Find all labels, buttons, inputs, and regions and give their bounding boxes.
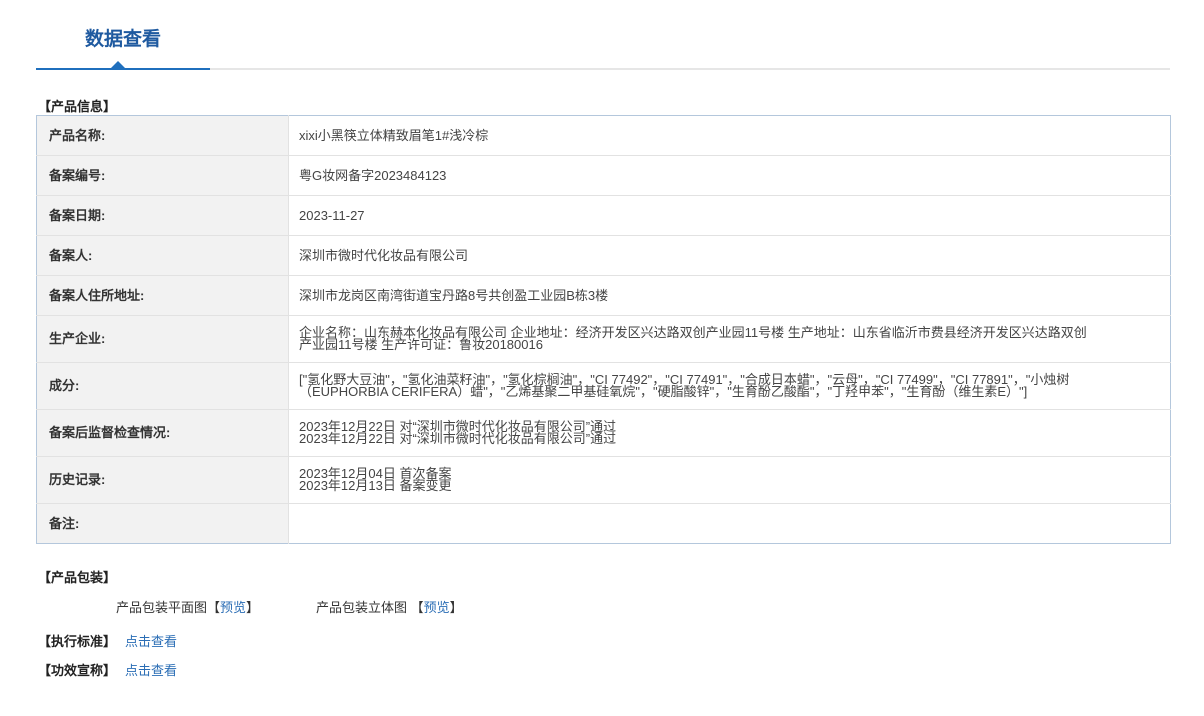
preview-flat-link[interactable]: 预览 bbox=[220, 600, 246, 615]
row-value: 深圳市微时代化妆品有限公司 bbox=[288, 235, 1171, 276]
packaging-title: 【产品包装】 bbox=[38, 570, 117, 585]
row-value: 深圳市龙岗区南湾街道宝丹路8号共创盈工业园B栋3楼 bbox=[288, 275, 1171, 316]
row-value-line: 深圳市微时代化妆品有限公司 bbox=[299, 247, 469, 263]
tab-label: 数据查看 bbox=[84, 29, 161, 50]
packaging-flat: 产品包装平面图【预览】 bbox=[116, 597, 259, 616]
bracket-close: 】 bbox=[449, 600, 463, 615]
table-row: 备案日期: 2023-11-27 bbox=[36, 195, 1171, 236]
product-info-title: 【产品信息】 bbox=[38, 99, 117, 114]
row-value-line: 2023年12月13日 备案变更 bbox=[299, 478, 452, 493]
packaging-solid-label: 产品包装立体图 bbox=[316, 600, 408, 615]
row-value-line: 2023年12月22日 对“深圳市微时代化妆品有限公司”通过 bbox=[299, 431, 617, 446]
bracket-open: 【 bbox=[410, 600, 424, 615]
table-row: 产品名称: xixi小黑筷立体精致眉笔1#浅冷棕 bbox=[36, 115, 1171, 156]
table-row: 备案人住所地址: 深圳市龙岗区南湾街道宝丹路8号共创盈工业园B栋3楼 bbox=[36, 275, 1171, 316]
table-row: 历史记录: 2023年12月04日 首次备案 2023年12月13日 备案变更 bbox=[36, 456, 1171, 504]
standard-title: 【执行标准】 bbox=[38, 634, 117, 649]
row-value-line: 粤G妆网备字2023484123 bbox=[299, 167, 447, 183]
table-row: 生产企业: 企业名称：山东赫本化妆品有限公司 企业地址：经济开发区兴达路双创产业园… bbox=[36, 315, 1171, 363]
preview-solid-link[interactable]: 预览 bbox=[424, 600, 450, 615]
claim-view-link[interactable]: 点击查看 bbox=[125, 660, 177, 679]
row-value-line: 深圳市龙岗区南湾街道宝丹路8号共创盈工业园B栋3楼 bbox=[299, 287, 609, 303]
row-value: 2023年12月04日 首次备案 2023年12月13日 备案变更 bbox=[288, 456, 1171, 504]
row-value-line: 2023-11-27 bbox=[299, 207, 365, 223]
row-label: 备案人住所地址: bbox=[36, 275, 289, 316]
row-label: 历史记录: bbox=[36, 456, 289, 504]
table-row: 备案后监督检查情况: 2023年12月22日 对“深圳市微时代化妆品有限公司”通过… bbox=[36, 409, 1171, 457]
row-value: ["氢化野大豆油"，"氢化油菜籽油"，"氢化棕榈油"，"CI 77492"，"C… bbox=[288, 362, 1171, 410]
claim-title: 【功效宣称】 bbox=[38, 663, 117, 678]
row-value-line: （EUPHORBIA CERIFERA）蜡"，"乙烯基聚二甲基硅氧烷"，"硬脂酸… bbox=[299, 384, 1028, 399]
row-label: 产品名称: bbox=[36, 115, 289, 156]
row-label: 成分: bbox=[36, 362, 289, 410]
row-value bbox=[288, 503, 1171, 544]
caret-up-icon bbox=[111, 61, 125, 68]
row-value-line: 产业园11号楼 生产许可证：鲁妆20180016 bbox=[299, 337, 543, 352]
table-row: 备注: bbox=[36, 503, 1171, 544]
row-label: 备案人: bbox=[36, 235, 289, 276]
product-info-table: 产品名称: xixi小黑筷立体精致眉笔1#浅冷棕 备案编号: 粤G妆网备字202348… bbox=[36, 115, 1171, 544]
tab-bar: 数据查看 bbox=[36, 0, 1170, 70]
row-label: 备注: bbox=[36, 503, 289, 544]
table-row: 备案人: 深圳市微时代化妆品有限公司 bbox=[36, 235, 1171, 276]
packaging-flat-label: 产品包装平面图 bbox=[116, 600, 208, 615]
table-row: 成分: ["氢化野大豆油"，"氢化油菜籽油"，"氢化棕榈油"，"CI 77492"… bbox=[36, 362, 1171, 410]
packaging-solid: 产品包装立体图 【预览】 bbox=[316, 597, 463, 616]
row-value: 粤G妆网备字2023484123 bbox=[288, 155, 1171, 196]
row-value: 2023年12月22日 对“深圳市微时代化妆品有限公司”通过 2023年12月22… bbox=[288, 409, 1171, 457]
row-label: 备案编号: bbox=[36, 155, 289, 196]
table-row: 备案编号: 粤G妆网备字2023484123 bbox=[36, 155, 1171, 196]
standard-view-link[interactable]: 点击查看 bbox=[125, 631, 177, 650]
bracket-close: 】 bbox=[246, 600, 260, 615]
row-value: 2023-11-27 bbox=[288, 195, 1171, 236]
tab-data-view[interactable]: 数据查看 bbox=[36, 0, 210, 70]
row-label: 备案后监督检查情况: bbox=[36, 409, 289, 457]
row-label: 备案日期: bbox=[36, 195, 289, 236]
row-label: 生产企业: bbox=[36, 315, 289, 363]
row-value: xixi小黑筷立体精致眉笔1#浅冷棕 bbox=[289, 116, 1171, 156]
bracket-open: 【 bbox=[207, 600, 221, 615]
row-value: 企业名称：山东赫本化妆品有限公司 企业地址：经济开发区兴达路双创产业园11号楼 … bbox=[288, 315, 1171, 363]
row-value-line: xixi小黑筷立体精致眉笔1#浅冷棕 bbox=[299, 127, 489, 143]
